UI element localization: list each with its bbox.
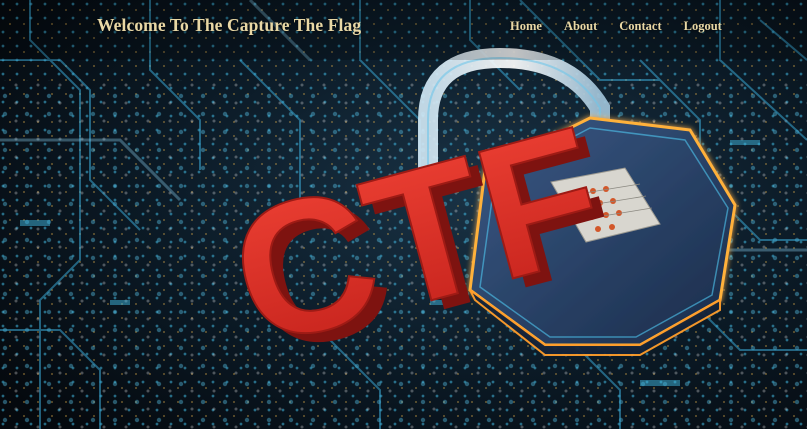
nav-logout-link[interactable]: Logout [684,19,722,34]
nav-contact-link[interactable]: Contact [619,19,661,34]
site-title: Welcome To The Capture The Flag [97,15,362,35]
hero-illustration: CTF CTF [0,0,807,429]
site-header: Welcome To The Capture The Flag Home Abo… [0,0,807,56]
nav-about-link[interactable]: About [564,19,597,34]
nav-home-link[interactable]: Home [510,19,542,34]
page: CTF CTF Welcome To The Capture The Flag … [0,0,807,429]
main-nav: Home About Contact Logout [510,19,744,34]
